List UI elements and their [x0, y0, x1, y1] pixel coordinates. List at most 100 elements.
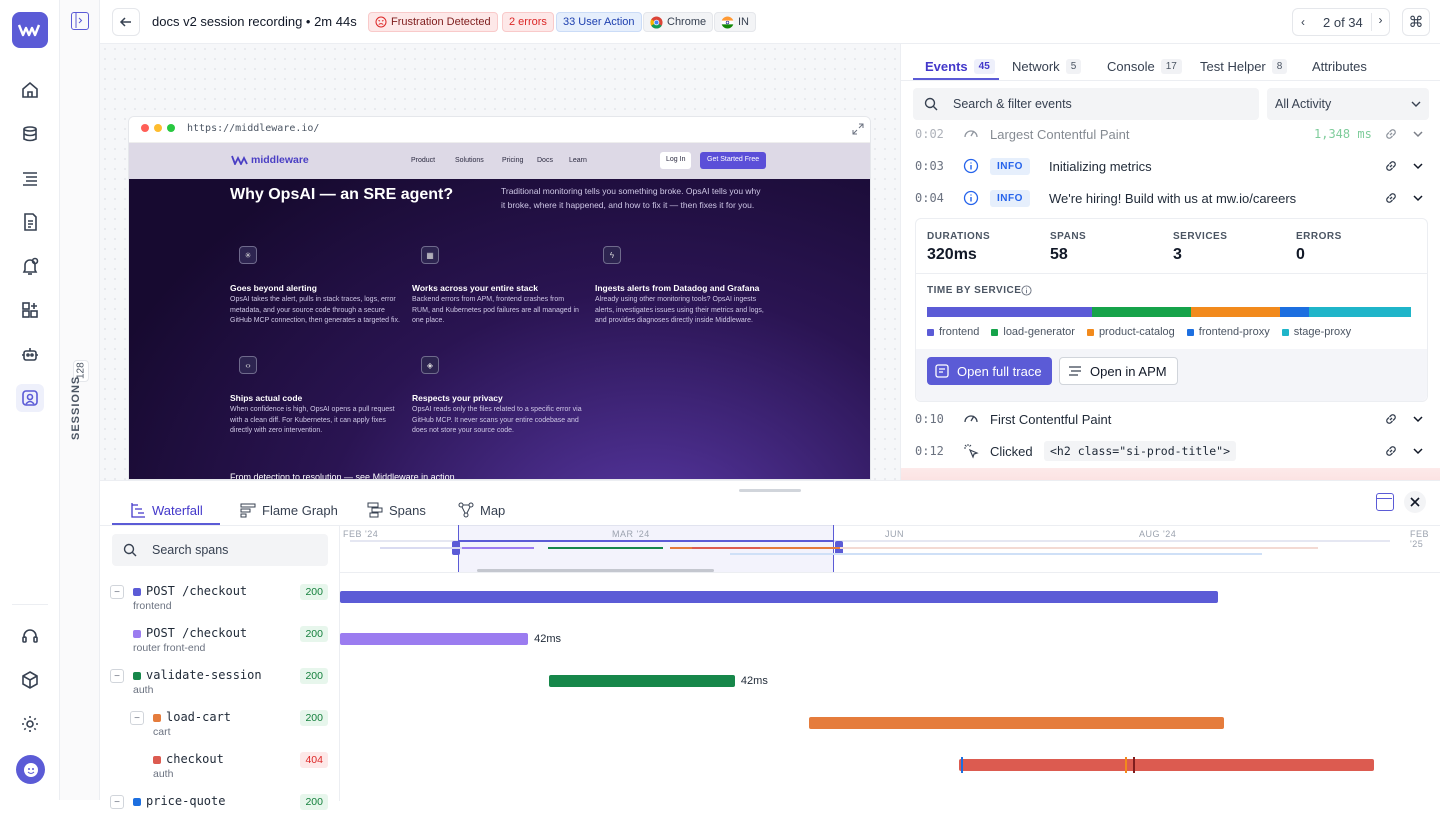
span-row[interactable]: − load-cart cart 200	[100, 703, 340, 745]
span-service: router front-end	[133, 642, 206, 654]
feature-title: Ships actual code	[230, 393, 303, 403]
span-bar[interactable]	[340, 633, 529, 645]
trace-summary-card: DURATIONS 320ms SPANS 58 SERVICES 3 ERRO…	[915, 218, 1428, 402]
fullscreen-icon[interactable]	[852, 123, 864, 135]
prev-session-icon[interactable]: ‹	[1301, 15, 1305, 29]
site-nav-solutions: Solutions	[455, 157, 484, 164]
span-row[interactable]: checkout auth 404	[100, 745, 340, 787]
span-name: price-quote	[146, 794, 226, 808]
event-time: 0:04	[915, 191, 944, 205]
command-icon[interactable]: ⌘	[1402, 8, 1430, 36]
support-icon[interactable]	[16, 622, 44, 650]
chevron-down-icon[interactable]	[1411, 127, 1425, 141]
chevron-down-icon[interactable]	[1411, 159, 1425, 173]
app-logo[interactable]	[12, 12, 48, 48]
event-search[interactable]: Search & filter events	[913, 88, 1259, 120]
dock-panel-icon[interactable]	[1376, 493, 1394, 511]
chevron-down-icon[interactable]	[1411, 444, 1425, 458]
tab-network[interactable]: Network 5	[1012, 52, 1082, 80]
chevron-down-icon[interactable]	[1411, 412, 1425, 426]
integrations-icon[interactable]	[16, 666, 44, 694]
tab-attributes[interactable]: Attributes	[1312, 52, 1367, 80]
infrastructure-icon[interactable]	[16, 120, 44, 148]
link-icon[interactable]	[1384, 159, 1398, 173]
month-label: AUG '24	[1139, 529, 1177, 539]
event-row[interactable]: 0:10 First Contentful Paint	[901, 404, 1440, 434]
event-row[interactable]: 0:04 INFO We're hiring! Build with us at…	[901, 183, 1440, 213]
span-bar[interactable]	[959, 759, 1374, 771]
span-bar[interactable]	[809, 717, 1224, 729]
chevron-down-icon[interactable]	[1411, 191, 1425, 205]
session-title: docs v2 session recording • 2m 44s	[152, 14, 357, 29]
info-icon[interactable]	[1021, 285, 1032, 296]
event-row[interactable]: 0:03 INFO Initializing metrics	[901, 151, 1440, 181]
minimap-scrollbar[interactable]	[477, 569, 714, 572]
service-share-segment	[1280, 307, 1310, 317]
event-row[interactable]: 0:12 Clicked <h2 class="si-prod-title">	[901, 436, 1440, 466]
close-dot	[141, 124, 149, 132]
card-divider	[916, 273, 1427, 274]
span-status-code: 200	[300, 710, 328, 726]
home-icon[interactable]	[16, 76, 44, 104]
link-icon[interactable]	[1384, 191, 1398, 205]
span-row[interactable]: POST /checkout router front-end 200	[100, 619, 340, 661]
minimize-dot	[154, 124, 162, 132]
service-breakdown-bar	[927, 307, 1411, 317]
errors-badge[interactable]: 2 errors	[502, 12, 554, 32]
month-label: MAR '24	[612, 529, 650, 539]
site-nav-pricing: Pricing	[502, 157, 524, 164]
user-avatar[interactable]	[16, 755, 45, 784]
frustration-badge[interactable]: Frustration Detected	[368, 12, 498, 32]
span-status-code: 200	[300, 668, 328, 684]
reports-icon[interactable]	[16, 208, 44, 236]
tab-map[interactable]: Map	[458, 495, 505, 525]
span-bar[interactable]	[548, 675, 735, 687]
legend-label: product-catalog	[1098, 326, 1175, 338]
back-button[interactable]	[112, 8, 140, 36]
tab-test-helper[interactable]: Test Helper 8	[1200, 52, 1288, 80]
india-flag-icon	[721, 15, 734, 29]
collapse-toggle-icon[interactable]: −	[110, 585, 124, 599]
link-icon[interactable]	[1384, 444, 1398, 458]
activity-filter-value: All Activity	[1275, 97, 1332, 111]
ai-agent-icon[interactable]	[16, 340, 44, 368]
link-icon[interactable]	[1384, 127, 1398, 141]
resize-handle[interactable]	[739, 489, 801, 492]
span-name: load-cart	[166, 710, 232, 724]
close-panel-button[interactable]	[1404, 491, 1426, 513]
expand-sidebar-icon[interactable]	[71, 12, 89, 30]
collapse-toggle-icon[interactable]: −	[130, 711, 144, 725]
open-full-trace-button[interactable]: Open full trace	[927, 357, 1052, 385]
span-name: POST /checkout	[146, 626, 248, 640]
tab-events[interactable]: Events 45	[925, 52, 995, 80]
user-action-badge[interactable]: 33 User Action	[556, 12, 642, 32]
settings-gear-icon[interactable]	[16, 710, 44, 738]
collapse-toggle-icon[interactable]: −	[110, 795, 124, 809]
apm-icon	[1069, 366, 1081, 376]
legend-item: load-generator	[991, 325, 1075, 339]
span-service: auth	[133, 684, 154, 696]
tab-spans[interactable]: Spans	[367, 495, 426, 525]
logs-icon[interactable]	[16, 164, 44, 192]
event-row[interactable]: 0:02 Largest Contentful Paint 1,348 ms	[901, 119, 1440, 149]
span-row[interactable]: − POST /checkout frontend 200	[100, 577, 340, 619]
session-replay-icon[interactable]	[16, 384, 44, 412]
activity-filter-select[interactable]: All Activity	[1267, 88, 1429, 120]
span-row[interactable]: − validate-session auth 200	[100, 661, 340, 703]
span-row[interactable]: − price-quote 200	[100, 787, 340, 829]
dashboards-icon[interactable]	[16, 296, 44, 324]
tab-flame-graph[interactable]: Flame Graph	[240, 495, 338, 525]
open-in-apm-button[interactable]: Open in APM	[1059, 357, 1178, 385]
span-duration: 42ms	[534, 633, 562, 645]
close-icon	[1410, 497, 1420, 507]
tab-waterfall[interactable]: Waterfall	[130, 495, 203, 525]
alerts-icon[interactable]	[16, 252, 44, 280]
collapse-toggle-icon[interactable]: −	[110, 669, 124, 683]
link-icon[interactable]	[1384, 412, 1398, 426]
gauge-icon	[964, 415, 978, 423]
tabs-divider	[901, 80, 1440, 81]
tab-console[interactable]: Console 17	[1107, 52, 1182, 80]
span-search[interactable]: Search spans	[112, 534, 328, 566]
span-bar[interactable]	[340, 591, 1219, 603]
next-session-icon[interactable]: ›	[1371, 13, 1389, 31]
